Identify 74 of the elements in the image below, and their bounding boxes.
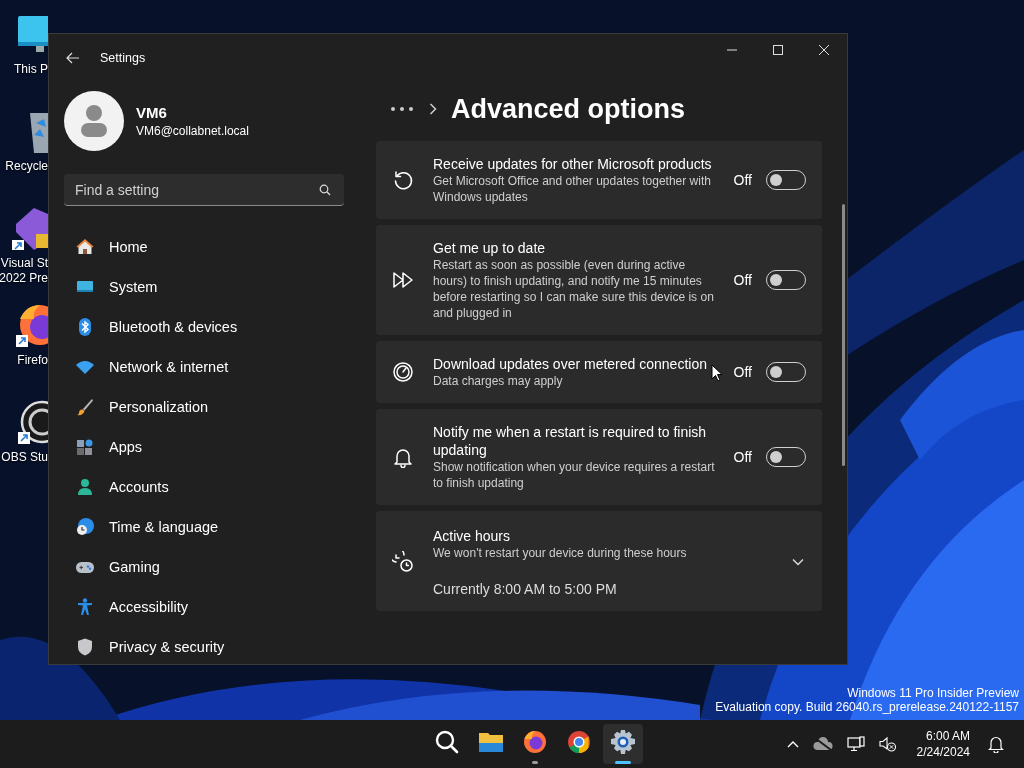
setting-description: Restart as soon as possible (even during active hours) to finish updating, and notify me 15 minutes before restarting so I can make sure this device is on and plugged in	[433, 257, 715, 321]
search-field[interactable]: Find a setting	[64, 174, 344, 206]
network-monitor-icon[interactable]	[846, 736, 865, 752]
setting-description: Get Microsoft Office and other updates together with Windows updates	[433, 173, 712, 205]
desktop-icon-label[interactable]: 2022 Pre	[0, 271, 48, 286]
shield-icon	[75, 637, 95, 657]
clock-history-icon	[392, 551, 414, 573]
ribbon-logo-icon	[12, 206, 48, 250]
chevron-right-icon	[429, 103, 437, 115]
bell-icon[interactable]	[988, 735, 1004, 753]
setting-description: Show notification when your device requires a restart to finish updating	[433, 459, 716, 491]
page-title: Advanced options	[451, 93, 686, 125]
chevron-up-icon[interactable]	[786, 740, 799, 748]
close-icon[interactable]	[818, 44, 830, 56]
setting-title: Active hours	[433, 527, 511, 545]
desktop-icon-label[interactable]: OBS Stu	[1, 450, 48, 465]
chevron-down-icon[interactable]	[792, 558, 804, 566]
clock-time[interactable]: 6:00 AM	[925, 728, 970, 744]
accessibility-icon	[75, 597, 95, 617]
nav-item[interactable]: Privacy & security	[64, 627, 342, 664]
fox-globe-icon	[522, 729, 548, 755]
brush-icon	[75, 397, 95, 417]
nav-item[interactable]: Personalization	[64, 387, 342, 427]
mouse-cursor-icon	[711, 364, 723, 382]
toggle-state-label: Off	[733, 272, 752, 288]
desktop-icon-label[interactable]: Firefo	[17, 353, 48, 368]
desktop-icon-label[interactable]: Recycle	[5, 159, 48, 174]
setting-title: Receive updates for other Microsoft products	[433, 155, 712, 173]
account-name: VM6	[136, 104, 168, 121]
taskbar-app[interactable]	[603, 724, 643, 764]
globe-clock-icon	[75, 517, 95, 537]
setting-status: Currently 8:00 AM to 5:00 PM	[433, 581, 618, 597]
build-info-text: Evaluation copy. Build 26040.rs_prerelease.240122-1157	[715, 700, 1019, 714]
back-arrow-icon[interactable]	[66, 52, 80, 64]
nav-item[interactable]: Home	[64, 227, 342, 267]
gauge-icon	[392, 361, 414, 383]
desktop-icon-label[interactable]: Visual St	[0, 256, 48, 271]
nav-item[interactable]: Time & language	[64, 507, 342, 547]
nav-item[interactable]: Apps	[64, 427, 342, 467]
search-icon	[434, 729, 460, 755]
nav-item[interactable]: System	[64, 267, 342, 307]
bell-icon	[392, 446, 414, 468]
avatar-icon	[64, 91, 124, 151]
build-info-text: Windows 11 Pro Insider Preview	[847, 686, 1019, 700]
cloud-off-icon[interactable]	[812, 737, 833, 751]
nav-item[interactable]: Accessibility	[64, 587, 342, 627]
window-title: Settings	[100, 51, 146, 65]
scrollbar[interactable]	[842, 204, 845, 466]
fast-forward-icon	[392, 269, 414, 291]
refresh-icon	[392, 169, 414, 191]
setting-description: We won't restart your device during these hours	[433, 545, 688, 561]
setting-title: Download updates over metered connection	[433, 355, 707, 373]
nav-item[interactable]: Accounts	[64, 467, 342, 507]
gear-icon	[610, 729, 636, 755]
toggle-state-label: Off	[733, 449, 752, 465]
nav-item[interactable]: Bluetooth & devices	[64, 307, 342, 347]
account-email: VM6@collabnet.local	[136, 124, 249, 138]
person-icon	[75, 477, 95, 497]
setting-title: Notify me when a restart is required to finish updating	[433, 423, 708, 459]
speaker-muted-icon[interactable]	[878, 736, 897, 752]
apps-icon	[75, 437, 95, 457]
toggle-state-label: Off	[733, 172, 752, 188]
maximize-icon[interactable]	[772, 44, 784, 56]
home-icon	[75, 237, 95, 257]
clock-date[interactable]: 2/24/2024	[916, 744, 970, 760]
toggle-state-label: Off	[733, 364, 752, 380]
desktop-icon-label[interactable]: This P	[14, 62, 48, 77]
more-icon[interactable]	[390, 106, 414, 112]
setting-description: Data charges may apply	[433, 373, 564, 389]
nav-item[interactable]: Gaming	[64, 547, 342, 587]
nav-item[interactable]: Network & internet	[64, 347, 342, 387]
setting-title: Get me up to date	[433, 239, 546, 257]
search-icon[interactable]	[319, 184, 331, 196]
chrome-ball-icon	[566, 729, 592, 755]
